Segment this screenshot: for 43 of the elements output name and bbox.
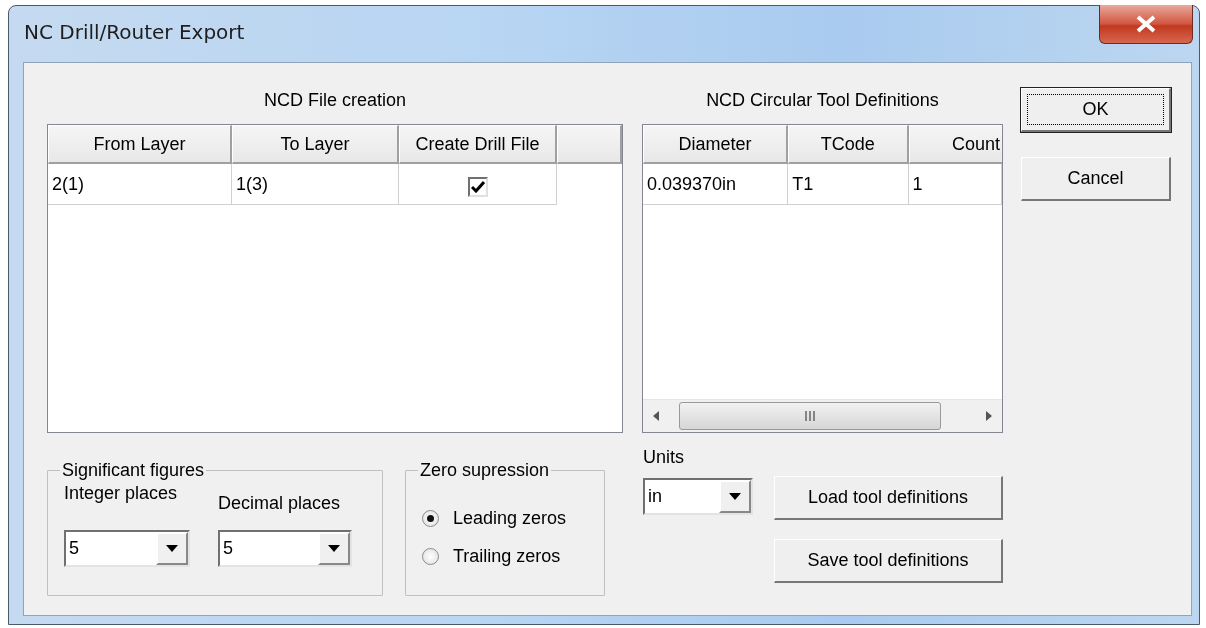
scroll-right-icon[interactable] <box>986 411 992 421</box>
field-label: Units <box>643 447 685 468</box>
scroll-left-icon[interactable] <box>653 411 659 421</box>
dropdown-button[interactable] <box>318 532 350 565</box>
caret-icon <box>729 493 741 500</box>
close-icon <box>1135 15 1157 33</box>
checkbox[interactable] <box>467 177 488 197</box>
column-header[interactable]: Count <box>908 125 1002 164</box>
load-button[interactable]: Load tool definitions <box>774 476 1003 520</box>
save-button[interactable]: Save tool definitions <box>774 539 1003 583</box>
ok-button[interactable]: OK <box>1021 88 1171 132</box>
radio-button[interactable] <box>422 547 439 565</box>
column-header[interactable]: To Layer <box>232 125 399 164</box>
caret-icon <box>166 545 178 552</box>
section-title: NCD Circular Tool Definitions <box>706 90 939 111</box>
column-header[interactable]: TCode <box>788 125 909 164</box>
radio-label[interactable]: Trailing zeros <box>453 545 561 567</box>
column-header[interactable]: Diameter <box>643 125 789 164</box>
dropdown-button[interactable] <box>156 532 188 565</box>
dropdown[interactable]: 5 <box>64 530 190 567</box>
radio-button[interactable] <box>422 509 439 527</box>
column-header[interactable]: Create Drill File <box>399 125 557 164</box>
group-title: Zero supression <box>419 460 551 481</box>
horizontal-scrollbar[interactable] <box>643 399 1002 432</box>
table-cell: T1 <box>788 164 909 205</box>
table-cell: 1(3) <box>232 164 399 205</box>
field-label: Integer places <box>64 483 179 504</box>
close-button[interactable] <box>1099 5 1193 44</box>
table-cell: 0.039370in <box>643 164 789 205</box>
dropdown-button[interactable] <box>719 480 751 513</box>
window-title: NC Drill/Router Export <box>23 20 246 44</box>
group-title: Significant figures <box>61 460 206 481</box>
field-label: Decimal places <box>218 493 342 514</box>
scroll-thumb[interactable] <box>679 402 941 430</box>
radio-label[interactable]: Leading zeros <box>453 507 567 529</box>
cancel-button[interactable]: Cancel <box>1021 157 1171 201</box>
column-header[interactable]: From Layer <box>48 125 232 164</box>
dropdown[interactable]: 5 <box>218 530 352 567</box>
table-cell: 1 <box>908 164 1002 205</box>
section-title: NCD File creation <box>263 90 406 111</box>
dropdown[interactable]: in <box>643 478 753 515</box>
table-cell: 2(1) <box>48 164 232 205</box>
caret-icon <box>328 545 340 552</box>
